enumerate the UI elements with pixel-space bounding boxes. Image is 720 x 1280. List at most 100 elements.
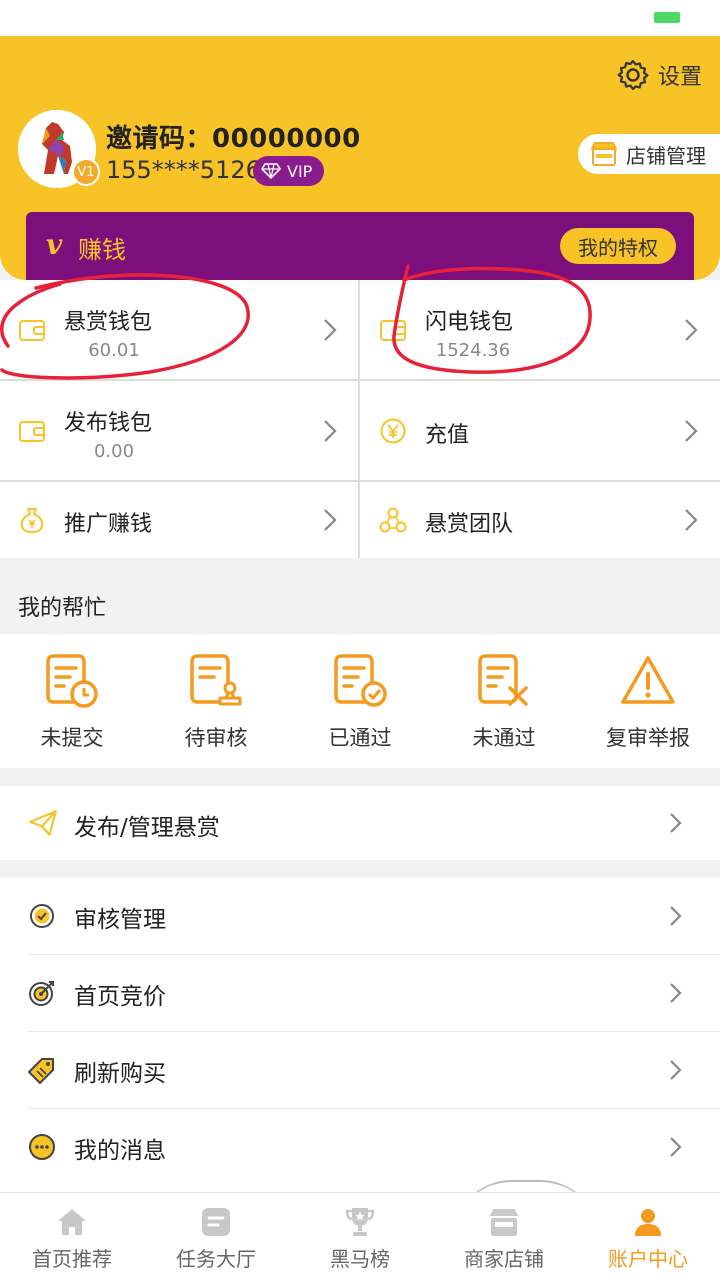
my-messages-row[interactable]: 我的消息 — [0, 1109, 720, 1185]
help-label: 已通过 — [328, 726, 392, 750]
doc-x-icon — [478, 654, 528, 706]
wallet-value: 0.00 — [93, 441, 135, 462]
vip-badge[interactable]: VIP — [253, 156, 325, 186]
reward-team-cell[interactable]: 悬赏团队 — [361, 482, 720, 558]
promote-earn-label: 推广赚钱 — [64, 512, 153, 537]
help-item-approved[interactable]: 已通过 — [288, 652, 432, 752]
earn-label: 赚钱 — [78, 236, 126, 264]
tab-label: 黑马榜 — [330, 1247, 390, 1271]
earn-banner[interactable]: v 赚钱 我的特权 — [26, 212, 694, 280]
chevron-right-icon — [670, 906, 682, 926]
doc-stamp-icon — [190, 654, 242, 706]
trophy-icon — [345, 1208, 375, 1236]
store-icon — [591, 142, 617, 166]
promote-earn-cell[interactable]: 推广赚钱 — [0, 482, 359, 558]
help-item-report[interactable]: 复审举报 — [576, 652, 720, 752]
row-label: 首页竞价 — [74, 984, 166, 1010]
tab-home[interactable]: 首页推荐 — [0, 1193, 144, 1280]
help-label: 待审核 — [184, 726, 248, 750]
publish-wallet-cell[interactable]: 发布钱包 0.00 — [0, 381, 359, 481]
yen-coin-icon — [380, 418, 406, 444]
tab-label: 账户中心 — [608, 1247, 688, 1271]
chevron-right-icon — [670, 1137, 682, 1157]
diamond-icon — [261, 163, 281, 179]
settings-button[interactable]: 设置 — [616, 58, 702, 92]
wallet-label: 发布钱包 — [64, 411, 153, 436]
publish-manage-row[interactable]: 发布/管理悬赏 — [0, 786, 720, 862]
task-icon — [202, 1208, 230, 1236]
section-title: 我的帮忙 — [18, 596, 107, 621]
level-badge: V1 — [72, 158, 100, 186]
grid-divider — [0, 379, 720, 381]
chevron-right-icon — [685, 319, 698, 341]
tab-task-hall[interactable]: 任务大厅 — [144, 1193, 288, 1280]
account-header: 设置 V1 邀请码：00000000 155****5126 VIP 店铺管理 … — [0, 36, 720, 280]
settings-label: 设置 — [657, 65, 702, 90]
wallet-grid: 悬赏钱包 60.01 闪电钱包 1524.36 发布钱包 0.00 充值 推广赚… — [0, 280, 720, 558]
help-item-rejected[interactable]: 未通过 — [432, 652, 576, 752]
row-label: 发布/管理悬赏 — [74, 815, 220, 841]
recharge-cell[interactable]: 充值 — [361, 381, 720, 481]
help-item-unsubmitted[interactable]: 未提交 — [0, 652, 144, 752]
gear-icon — [617, 59, 649, 91]
chevron-right-icon — [670, 1060, 682, 1080]
reward-team-label: 悬赏团队 — [425, 512, 514, 537]
avatar[interactable]: V1 — [18, 110, 100, 188]
message-icon — [29, 1134, 55, 1160]
help-label: 复审举报 — [606, 726, 690, 750]
homepage-bid-row[interactable]: 首页竞价 — [0, 955, 720, 1031]
home-icon — [58, 1209, 86, 1235]
vip-label: VIP — [287, 161, 313, 181]
chevron-right-icon — [685, 509, 698, 531]
wallet-value: 60.01 — [88, 340, 140, 361]
tab-label: 任务大厅 — [176, 1247, 256, 1271]
money-bag-icon — [20, 508, 44, 533]
shop-icon — [490, 1209, 518, 1236]
tab-label: 首页推荐 — [32, 1247, 112, 1271]
review-manage-row[interactable]: 审核管理 — [0, 878, 720, 954]
chevron-right-icon — [670, 813, 682, 833]
grid-divider — [0, 480, 720, 482]
tab-merchant-shop[interactable]: 商家店铺 — [432, 1193, 576, 1280]
bottom-tab-bar: 首页推荐 任务大厅 黑马榜 商家店铺 账户中心 — [0, 1192, 720, 1280]
check-circle-icon — [30, 904, 54, 928]
wallet-icon — [380, 320, 406, 341]
target-icon — [29, 981, 54, 1006]
row-label: 我的消息 — [74, 1138, 166, 1164]
doc-check-icon — [334, 654, 387, 707]
grid-divider — [358, 280, 360, 558]
wallet-label: 闪电钱包 — [425, 310, 514, 335]
help-item-pending[interactable]: 待审核 — [144, 652, 288, 752]
phone-number: 155****5126 — [106, 156, 261, 184]
refresh-purchase-row[interactable]: 刷新购买 — [0, 1032, 720, 1108]
row-label: 审核管理 — [74, 907, 166, 933]
row-label: 刷新购买 — [74, 1061, 166, 1087]
tab-label: 商家店铺 — [464, 1247, 544, 1271]
menu-card: 审核管理 首页竞价 刷新购买 我的消息 — [0, 878, 720, 1192]
my-privilege-button[interactable]: 我的特权 — [560, 228, 676, 264]
tab-dark-horse[interactable]: 黑马榜 — [288, 1193, 432, 1280]
reward-wallet-cell[interactable]: 悬赏钱包 60.01 — [0, 280, 359, 380]
wallet-icon — [19, 421, 45, 442]
chevron-right-icon — [324, 420, 337, 442]
warning-icon — [621, 656, 675, 704]
user-icon — [635, 1209, 661, 1236]
battery-icon — [654, 12, 680, 23]
wallet-label: 悬赏钱包 — [64, 310, 153, 335]
chevron-right-icon — [324, 509, 337, 531]
help-label: 未通过 — [472, 726, 536, 750]
paper-plane-icon — [29, 810, 57, 836]
my-help-panel: 未提交 待审核 已通过 未通过 复审举报 — [0, 634, 720, 768]
tab-account-center[interactable]: 账户中心 — [576, 1193, 720, 1280]
chevron-right-icon — [670, 983, 682, 1003]
wallet-icon — [19, 320, 45, 341]
store-manage-button[interactable]: 店铺管理 — [578, 134, 720, 174]
chevron-right-icon — [685, 420, 698, 442]
earn-v-logo: v — [46, 228, 63, 261]
team-icon — [379, 507, 407, 533]
wallet-value: 1524.36 — [435, 340, 511, 361]
lightning-wallet-cell[interactable]: 闪电钱包 1524.36 — [361, 280, 720, 380]
recharge-label: 充值 — [425, 423, 470, 448]
doc-clock-icon — [46, 654, 98, 708]
invite-code[interactable]: 邀请码：00000000 — [106, 118, 361, 155]
